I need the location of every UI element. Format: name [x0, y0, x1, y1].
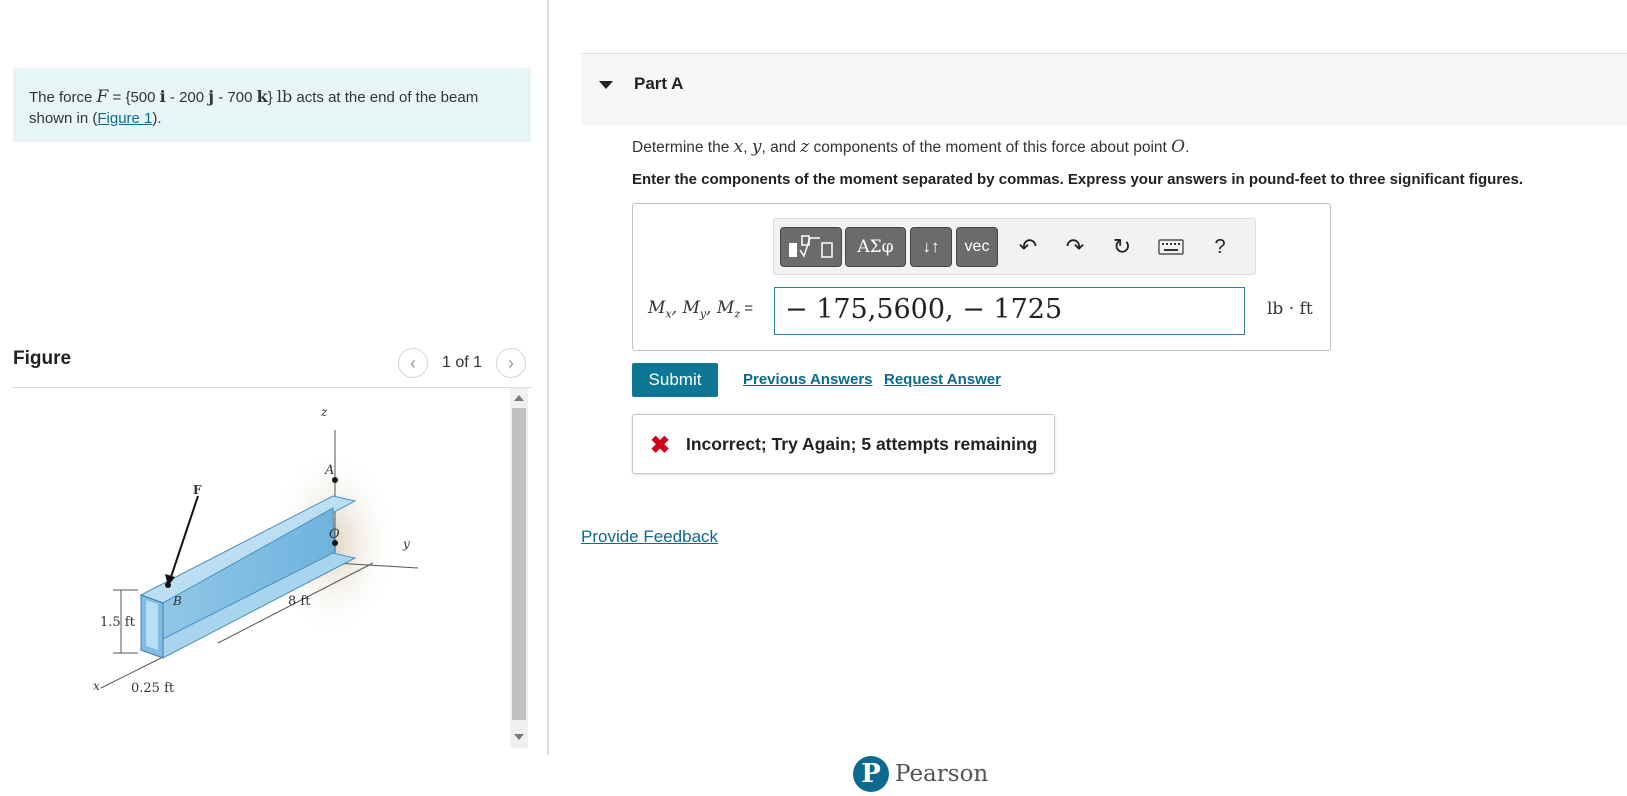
label-z: z [320, 405, 328, 419]
beam-diagram: z y x A O B F 8 ft 1.5 ft 0.25 ft [93, 405, 419, 696]
answer-input[interactable]: − 175,5600, − 1725 [774, 287, 1245, 335]
help-button[interactable]: ? [1206, 233, 1234, 261]
figure-pager: ‹ 1 of 1 › [398, 348, 527, 378]
label-m: M [648, 298, 666, 318]
left-pane: The force F = {500 i - 200 j - 700 k} lb… [0, 0, 549, 796]
templates-button[interactable] [780, 227, 842, 267]
part-title: Part A [634, 74, 684, 93]
part-a-header[interactable]: Part A [581, 53, 1627, 125]
pane-divider[interactable] [547, 0, 549, 755]
incorrect-x-icon: ✖ [650, 432, 671, 459]
var-y: y [751, 137, 762, 157]
beam-end-inner [146, 600, 158, 650]
question-text-segment: , and [761, 139, 801, 156]
label-y: y [402, 537, 410, 551]
question-text-segment: , [743, 139, 752, 156]
var-x: x [733, 137, 744, 157]
question-text: Determine the x, y, and z components of … [632, 137, 1189, 157]
scroll-thumb[interactable] [512, 408, 526, 720]
pearson-name: Pearson [895, 761, 989, 787]
question-text-segment: . [1185, 139, 1190, 156]
pearson-brand: P Pearson [853, 756, 988, 792]
force-symbol: F [96, 87, 109, 107]
problem-text: - 700 [214, 89, 253, 106]
greek-symbols-button[interactable]: ΑΣφ [845, 227, 906, 267]
answer-panel: ΑΣφ ↓↑ vec ↶ ↷ ↻ ? Mx, My, Mz = − 175,56… [632, 203, 1331, 351]
label-length: 8 ft [288, 594, 311, 609]
figure-link[interactable]: Figure 1 [97, 110, 152, 127]
answer-label: Mx, My, Mz = [648, 298, 753, 320]
problem-text: ). [152, 110, 162, 127]
templates-icon [789, 235, 833, 258]
redo-icon[interactable]: ↷ [1061, 233, 1089, 261]
keyboard-icon[interactable] [1154, 233, 1188, 261]
keyboard-glyph [1158, 239, 1184, 255]
var-z: z [800, 137, 810, 157]
collapse-caret-icon[interactable] [599, 81, 613, 89]
provide-feedback-link[interactable]: Provide Feedback [581, 527, 718, 547]
arrows-button[interactable]: ↓↑ [910, 227, 952, 267]
submit-button[interactable]: Submit [632, 363, 718, 397]
label-height: 1.5 ft [100, 615, 136, 630]
answer-unit: lb · ft [1267, 299, 1313, 319]
problem-statement: The force F = {500 i - 200 j - 700 k} lb… [13, 68, 531, 142]
label-x: x [93, 679, 100, 693]
label-o: O [329, 527, 340, 542]
problem-text: The force [29, 89, 93, 106]
reset-icon[interactable]: ↻ [1108, 233, 1136, 261]
instruction-text: Enter the components of the moment separ… [632, 171, 1524, 188]
feedback-message: ✖ Incorrect; Try Again; 5 attempts remai… [632, 414, 1055, 474]
request-answer-link[interactable]: Request Answer [884, 371, 1001, 388]
force-unit: lb [276, 87, 293, 106]
problem-text: } [267, 89, 273, 106]
pearson-logo-icon: P [853, 756, 889, 792]
scroll-down-arrow-icon[interactable] [514, 734, 524, 740]
math-toolbar: ΑΣφ ↓↑ vec ↶ ↷ ↻ ? [773, 218, 1256, 275]
label-b: B [172, 594, 182, 608]
figure-scrollbar[interactable] [510, 388, 528, 748]
scroll-up-arrow-icon[interactable] [514, 395, 524, 401]
unit-vector-k: k [256, 87, 268, 106]
label-sep: , [706, 298, 717, 318]
question-text-segment: components of the moment of this force a… [809, 139, 1172, 156]
chevron-right-icon[interactable]: › [496, 348, 527, 378]
label-m: M [682, 298, 700, 318]
label-f: F [193, 483, 202, 497]
feedback-text: Incorrect; Try Again; 5 attempts remaini… [686, 434, 1038, 454]
pager-text: 1 of 1 [442, 354, 483, 371]
problem-text: = {500 [108, 89, 156, 106]
vec-button[interactable]: vec [956, 227, 998, 267]
question-text-segment: Determine the [632, 139, 734, 156]
point-o-symbol: O [1171, 137, 1186, 157]
label-width: 0.25 ft [131, 681, 175, 696]
previous-answers-link[interactable]: Previous Answers [743, 371, 873, 388]
label-m: M [716, 298, 735, 318]
problem-text: - 200 [165, 89, 205, 106]
chevron-left-icon[interactable]: ‹ [398, 348, 428, 378]
figure-title: Figure [13, 348, 72, 369]
label-equals: = [740, 300, 754, 317]
label-a: A [324, 463, 334, 478]
beam-figure: z y x A O B F 8 ft 1.5 ft 0.25 ft [13, 388, 510, 748]
undo-icon[interactable]: ↶ [1014, 233, 1042, 261]
label-sep: , [671, 298, 683, 318]
